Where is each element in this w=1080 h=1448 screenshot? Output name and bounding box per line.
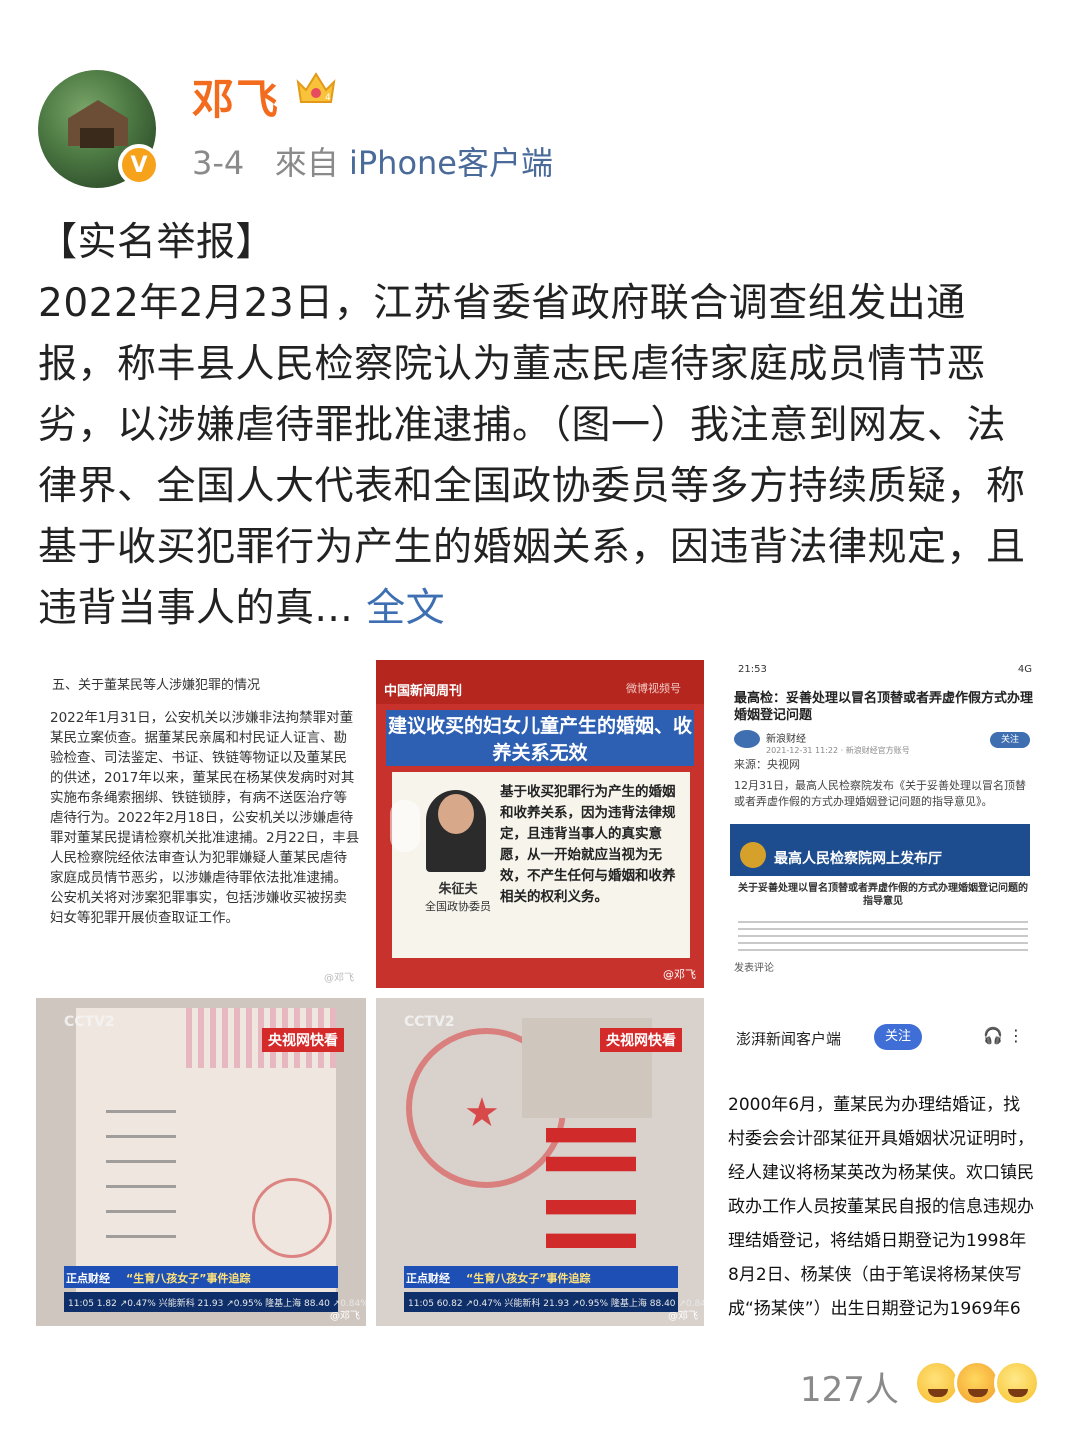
ticker-text: 11:05 60.82 ↗0.47% 兴能新科 21.93 ↗0.95% 隆基上…	[408, 1299, 704, 1309]
banner-title: 最高人民检察院网上发布厅	[774, 851, 942, 867]
follow-button: 关注	[874, 1024, 922, 1050]
news-card-title: 建议收买的妇女儿童产生的婚姻、收养关系无效	[386, 710, 694, 766]
image-6-thepaper-excerpt[interactable]: 澎湃新闻客户端 关注 🎧 ⋮ 2000年6月，董某民为办理结婚证，找村委会会计邵…	[714, 998, 1044, 1326]
source-prefix: 來自	[274, 144, 339, 182]
post-text: 【实名举报】 2022年2月23日，江苏省委省政府联合调查组发出通报，称丰县人民…	[38, 212, 1038, 639]
image-2-news-card[interactable]: 中国新闻周刊 微博视频号 建议收买的妇女儿童产生的婚姻、收养关系无效 朱征夫 全…	[376, 660, 704, 988]
person-name: 朱征夫	[438, 882, 478, 897]
follow-button: 关注	[990, 732, 1030, 748]
post-date: 3-4	[192, 144, 245, 182]
reaction-count[interactable]: 127人	[800, 1362, 899, 1411]
channel-logo: CCTV2	[404, 1014, 455, 1030]
image-5-video-still[interactable]: ★ CCTV2 央视网快看 正点财经 “生育八孩女子”事件追踪 11:05 60…	[376, 998, 704, 1326]
watermark: @邓飞	[324, 973, 354, 984]
watermark: @邓飞	[668, 1311, 698, 1322]
article-title: 最高检：妥善处理以冒名顶替或者弄虚作假方式办理婚姻登记问题	[734, 691, 1034, 723]
channel-logo: CCTV2	[64, 1014, 115, 1030]
kuaikan-tag: 央视网快看	[262, 1028, 344, 1052]
phone-icon	[390, 800, 420, 852]
watermark: @邓飞	[663, 968, 696, 981]
handwritten-lines	[106, 1088, 176, 1258]
account-avatar	[734, 730, 760, 748]
username[interactable]: 邓飞	[192, 66, 280, 127]
svg-text:4: 4	[325, 93, 331, 103]
news-quote: 基于收买犯罪行为产生的婚姻和收养关系，因为违背法律规定，且违背当事人的真实意愿，…	[500, 784, 676, 905]
headline: “生育八孩女子”事件追踪	[466, 1272, 591, 1285]
watermark: @邓飞	[330, 1311, 360, 1322]
emoji-grin-icon[interactable]	[994, 1360, 1040, 1406]
watermark-top: 微博视频号	[626, 682, 681, 695]
document-text-lines	[738, 916, 1028, 954]
crown-member-icon[interactable]: 4	[294, 68, 338, 108]
document-subtitle: 关于妥善处理以冒名顶替或者弄虚作假的方式办理婚姻登记问题的指导意见	[738, 883, 1028, 907]
kuaikan-tag: 央视网快看	[600, 1028, 682, 1052]
account-name: 新浪财经 2021-12-31 11:22 · 新浪财经官方账号	[766, 730, 910, 756]
article-paragraph: 12月31日，最高人民检察院发布《关于妥善处理以冒名顶替或者弄虚作假的方式办理婚…	[734, 779, 1026, 808]
expand-full-text-link[interactable]: 全文	[366, 586, 445, 631]
post-body: 【实名举报】 2022年2月23日，江苏省委省政府联合调查组发出通报，称丰县人民…	[38, 220, 1026, 631]
double-happiness-icon	[546, 1128, 636, 1248]
excerpt-body: 2022年1月31日，公安机关以涉嫌非法拘禁罪对董某民立案侦查。据董某民亲属和村…	[50, 710, 360, 926]
avatar-hut-door	[80, 128, 114, 148]
status-signal: 4G	[1017, 664, 1032, 675]
show-name: 正点财经	[66, 1272, 110, 1285]
account-meta: 2021-12-31 11:22 · 新浪财经官方账号	[766, 746, 910, 755]
image-1-report-excerpt[interactable]: 五、关于董某民等人涉嫌犯罪的情况 2022年1月31日，公安机关以涉嫌非法拘禁罪…	[36, 660, 366, 988]
star-icon: ★	[464, 1090, 500, 1136]
verified-badge-icon: V	[118, 144, 160, 186]
account-name-text: 新浪财经	[766, 734, 806, 745]
headphone-more-icons: 🎧 ⋮	[982, 1026, 1024, 1045]
article-source: 来源：央视网	[734, 758, 800, 771]
emblem-icon	[740, 842, 766, 868]
excerpt-body: 2000年6月，董某民为办理结婚证，找村委会会计邵某征开具婚姻状况证明时，经人建…	[728, 1095, 1034, 1319]
source-client-link[interactable]: iPhone客户端	[349, 144, 553, 182]
person-title: 全国政协委员	[425, 900, 491, 913]
image-4-video-still[interactable]: CCTV2 央视网快看 正点财经 “生育八孩女子”事件追踪 11:05 1.82…	[36, 998, 366, 1326]
ticker-text: 11:05 1.82 ↗0.47% 兴能新科 21.93 ↗0.95% 隆基上海…	[68, 1299, 366, 1309]
headline: “生育八孩女子”事件追踪	[126, 1272, 251, 1285]
excerpt-heading: 五、关于董某民等人涉嫌犯罪的情况	[52, 678, 261, 693]
image-3-article-screenshot[interactable]: 21:53 4G 最高检：妥善处理以冒名顶替或者弄虚作假方式办理婚姻登记问题 新…	[714, 660, 1044, 988]
app-name: 澎湃新闻客户端	[736, 1030, 842, 1048]
red-stamp	[252, 1178, 332, 1258]
post-meta: 3-4 來自 iPhone客户端	[192, 138, 553, 184]
comment-placeholder: 发表评论	[734, 963, 774, 974]
show-name: 正点财经	[406, 1272, 450, 1285]
status-time: 21:53	[738, 664, 767, 675]
news-logo: 中国新闻周刊	[384, 684, 463, 699]
person-face	[438, 794, 474, 834]
